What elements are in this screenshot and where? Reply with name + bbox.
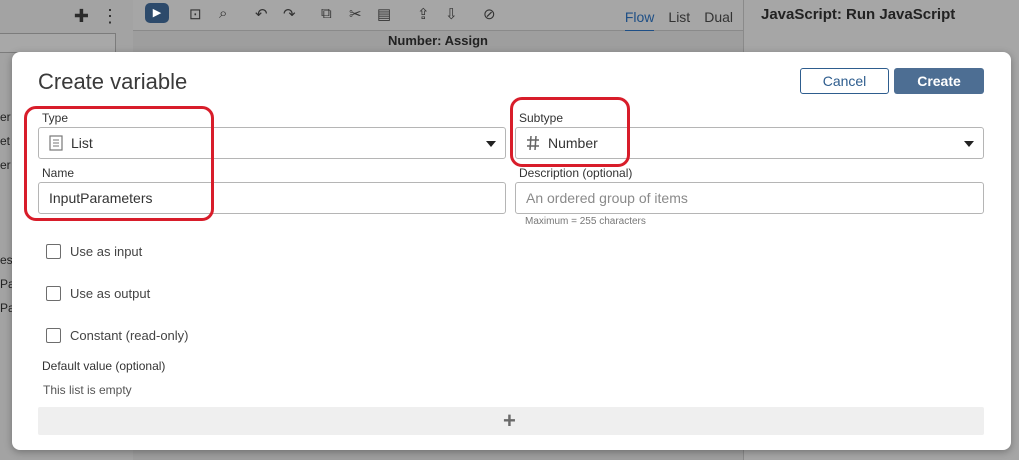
search-icon[interactable]: ⌕ (219, 5, 227, 22)
empty-list-text: This list is empty (43, 383, 132, 397)
undo-icon[interactable]: ↶ (255, 5, 268, 23)
tab-list[interactable]: List (668, 9, 690, 32)
flow-toolbar: ▶ ⊡ ⌕ ↶ ↷ ⧉ ✂ ▤ ⇪ ⇩ ⊘ Flow List Dual (133, 0, 743, 32)
export-icon[interactable]: ⇪ (417, 5, 430, 23)
constant-checkbox[interactable]: Constant (read-only) (46, 328, 189, 343)
more-icon[interactable]: ⋮ (101, 6, 119, 27)
checkbox-box[interactable] (46, 244, 61, 259)
create-variable-dialog: Create variable Cancel Create Type List … (12, 52, 1011, 450)
node-title: Number: Assign (388, 33, 488, 48)
add-item-button[interactable]: + (38, 407, 984, 435)
use-as-input-checkbox[interactable]: Use as input (46, 244, 142, 259)
description-placeholder: An ordered group of items (526, 190, 688, 206)
left-fragment: es (0, 253, 13, 267)
copy-icon[interactable]: ⧉ (321, 5, 332, 22)
checkbox-label: Use as output (70, 286, 151, 301)
left-fragment: er (0, 110, 11, 124)
checkbox-box[interactable] (46, 286, 61, 301)
left-fragment: et (0, 134, 11, 148)
disable-icon[interactable]: ⊘ (483, 5, 496, 23)
paste-icon[interactable]: ▤ (377, 5, 391, 23)
chevron-down-icon (486, 141, 496, 147)
properties-title: JavaScript: Run JavaScript (761, 6, 956, 23)
description-hint: Maximum = 255 characters (525, 216, 646, 227)
view-tabs: Flow List Dual (624, 9, 733, 32)
checkbox-label: Use as input (70, 244, 143, 259)
description-label: Description (optional) (519, 166, 633, 180)
dialog-title: Create variable (38, 69, 188, 94)
redo-icon[interactable]: ↷ (283, 5, 296, 23)
checkbox-label: Constant (read-only) (70, 328, 189, 343)
left-tools: ✚ ⋮ (74, 6, 119, 27)
description-field[interactable]: An ordered group of items (515, 182, 984, 214)
video-icon[interactable]: ▶ (145, 3, 169, 23)
chevron-down-icon (964, 141, 974, 147)
left-search-box (0, 33, 116, 53)
cancel-button[interactable]: Cancel (800, 68, 889, 94)
cut-icon[interactable]: ✂ (349, 5, 362, 23)
use-as-output-checkbox[interactable]: Use as output (46, 286, 150, 301)
import-icon[interactable]: ⇩ (445, 5, 458, 23)
tab-dual[interactable]: Dual (704, 9, 733, 32)
zoom-area-icon[interactable]: ⊡ (189, 5, 202, 23)
tab-flow[interactable]: Flow (624, 9, 655, 32)
left-fragment: er (0, 158, 11, 172)
create-button[interactable]: Create (894, 68, 984, 94)
highlight-type-name (24, 106, 214, 221)
checkbox-box[interactable] (46, 328, 61, 343)
highlight-subtype (510, 97, 630, 167)
plus-icon: + (503, 408, 516, 433)
default-value-label: Default value (optional) (42, 359, 166, 373)
add-icon[interactable]: ✚ (74, 6, 89, 27)
